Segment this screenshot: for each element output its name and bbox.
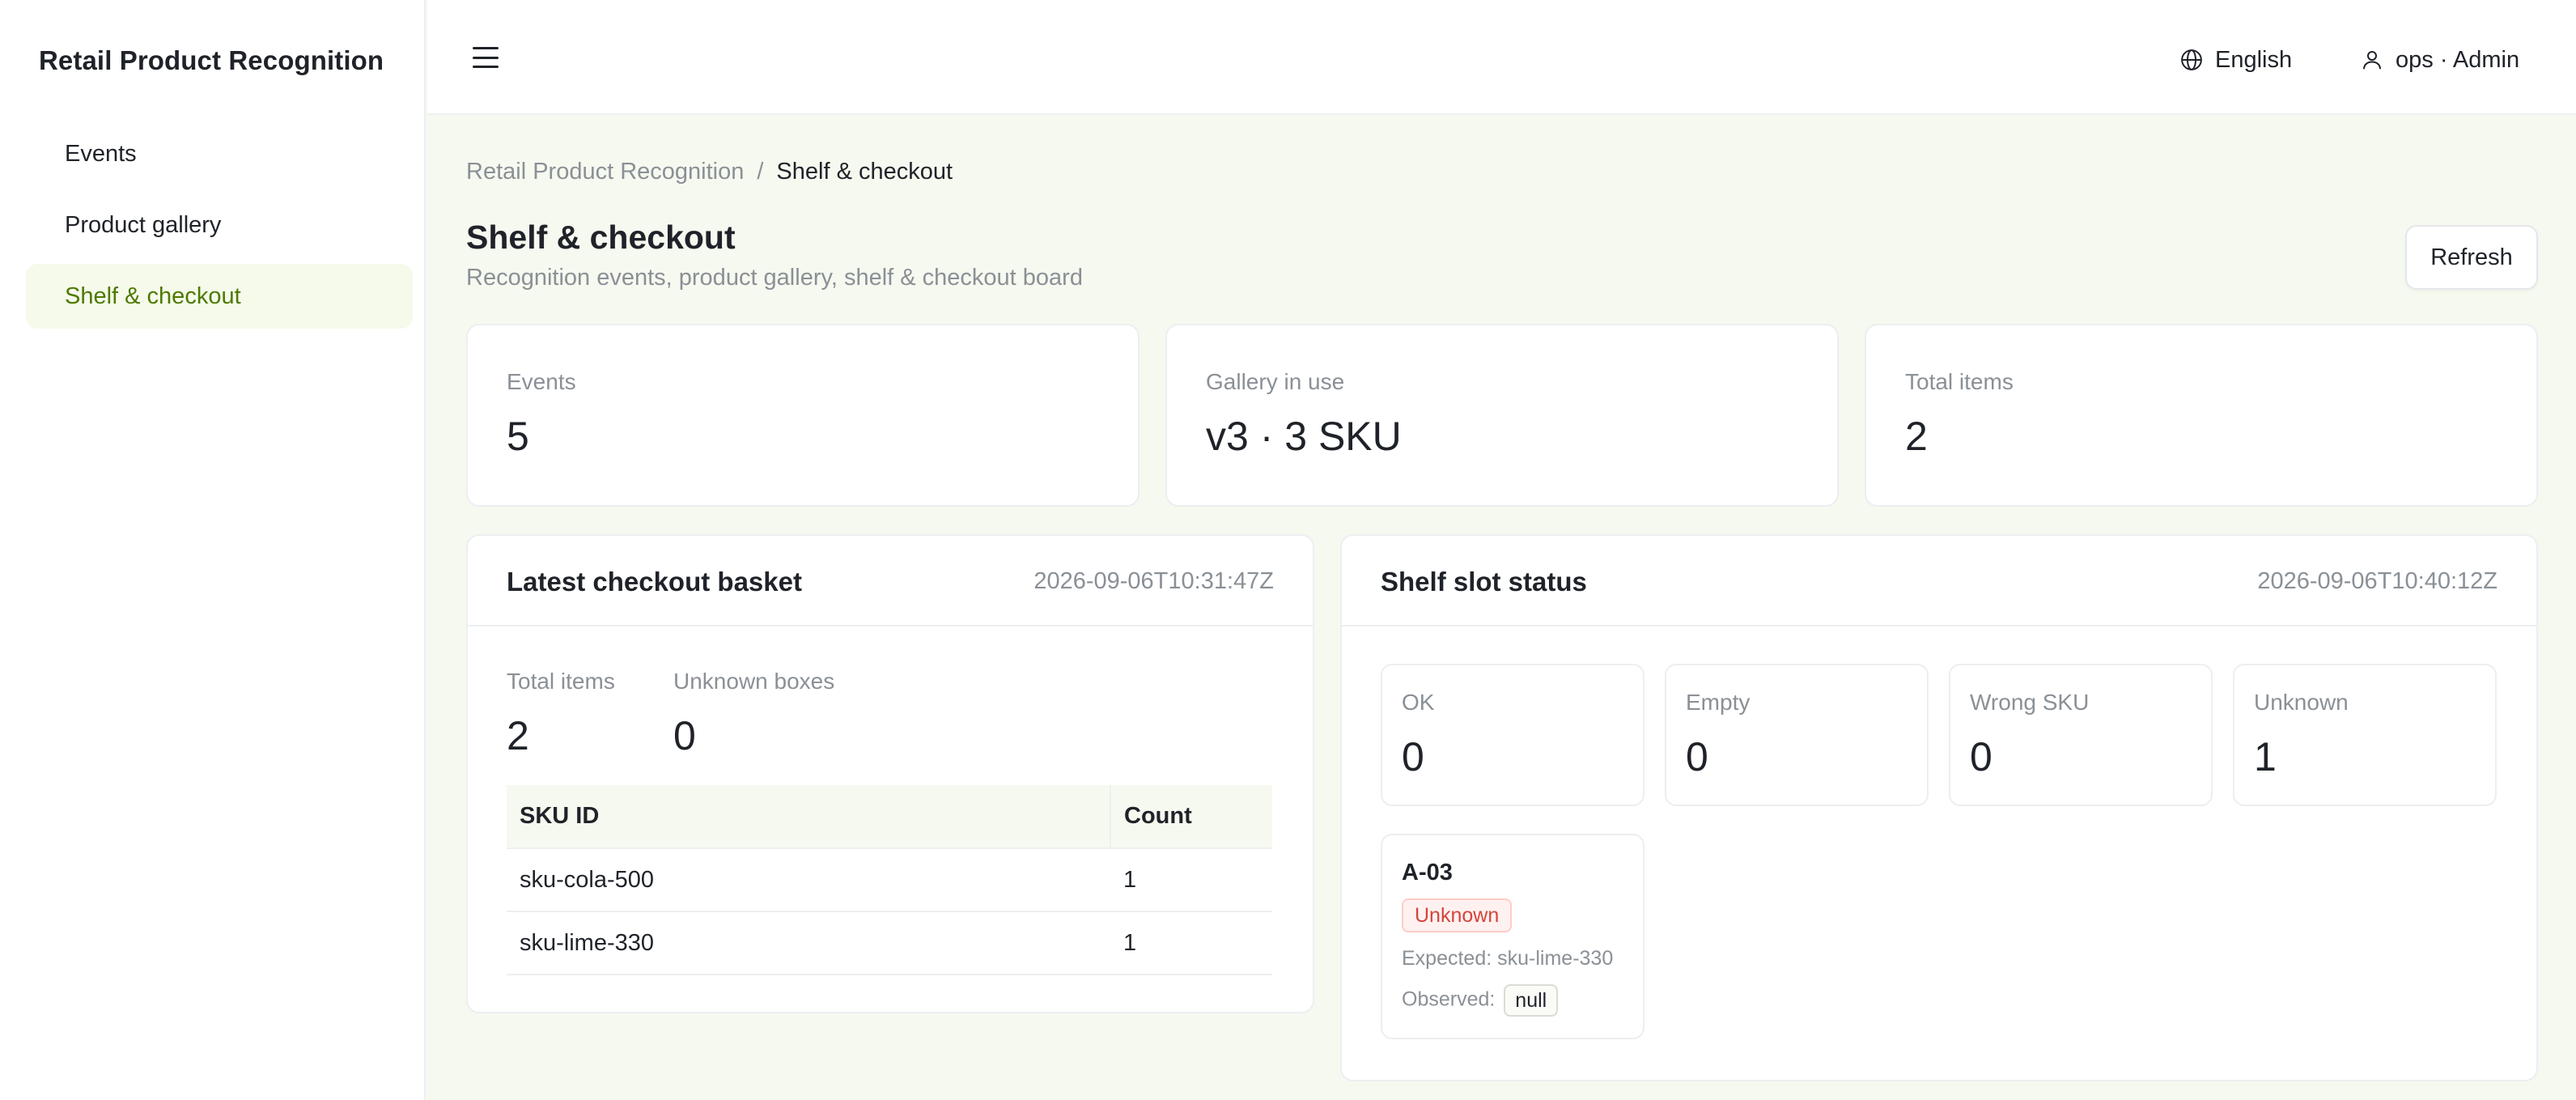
table-row[interactable]: sku-lime-330 1: [507, 911, 1272, 975]
count-cell: 1: [1110, 848, 1272, 912]
expected-value: sku-lime-330: [1497, 947, 1614, 970]
checkout-basket-card: Latest checkout basket 2026-09-06T10:31:…: [466, 534, 1314, 1013]
sidebar-item-events[interactable]: Events: [26, 121, 413, 186]
sku-cell: sku-lime-330: [507, 911, 1110, 975]
checkout-title: Latest checkout basket: [507, 567, 802, 597]
slot-card-a-03[interactable]: A-03 Unknown Expected: sku-lime-330 Obse…: [1381, 834, 1644, 1039]
observed-label: Observed:: [1402, 987, 1496, 1011]
stat-label: Events: [507, 369, 576, 394]
observed-line: Observed: null: [1402, 984, 1559, 1017]
stat-value: 2: [1905, 414, 1928, 459]
slot-count-wrong-sku: Wrong SKU 0: [1949, 664, 2213, 806]
top-header: English ops · Admin: [427, 0, 2576, 115]
column-header-count[interactable]: Count: [1110, 785, 1272, 849]
stat-card-events: Events 5: [466, 324, 1139, 507]
app-title: Retail Product Recognition: [39, 45, 384, 75]
sidebar-nav: Events Product gallery Shelf & checkout: [26, 121, 413, 335]
sidebar-item-label: Shelf & checkout: [65, 282, 241, 309]
sidebar-item-label: Product gallery: [65, 211, 222, 238]
shelf-slot-status-card: Shelf slot status 2026-09-06T10:40:12Z O…: [1340, 534, 2538, 1081]
page-subtitle: Recognition events, product gallery, she…: [466, 265, 1083, 291]
total-items-label: Total items: [507, 669, 615, 694]
sku-cell: sku-cola-500: [507, 848, 1110, 912]
stat-label: Gallery in use: [1206, 369, 1345, 394]
sidebar-item-label: Events: [65, 140, 137, 167]
slot-count-label: OK: [1402, 690, 1435, 715]
slot-count-empty: Empty 0: [1665, 664, 1929, 806]
stat-label: Total items: [1905, 369, 2014, 394]
slot-count-value: 0: [1686, 734, 1708, 779]
shelf-timestamp: 2026-09-06T10:40:12Z: [2257, 568, 2497, 594]
column-header-sku-id[interactable]: SKU ID: [507, 785, 1110, 849]
card-header: Shelf slot status 2026-09-06T10:40:12Z: [1342, 536, 2536, 626]
slot-count-ok: OK 0: [1381, 664, 1644, 806]
page-title: Shelf & checkout: [466, 219, 736, 256]
slot-count-value: 1: [2254, 734, 2277, 779]
slot-count-value: 0: [1970, 734, 1992, 779]
breadcrumb-root[interactable]: Retail Product Recognition: [466, 159, 744, 185]
user-icon: [2363, 51, 2381, 70]
sidebar-item-shelf-checkout[interactable]: Shelf & checkout: [26, 264, 413, 329]
language-switcher[interactable]: English: [2179, 44, 2292, 76]
slot-count-label: Unknown: [2254, 690, 2349, 715]
expected-line: Expected: sku-lime-330: [1402, 947, 1613, 970]
language-label: English: [2215, 46, 2293, 73]
total-items-value: 2: [507, 713, 529, 758]
user-menu[interactable]: ops · Admin: [2360, 44, 2519, 76]
sku-table: SKU ID Count sku-cola-500 1 sku-lime-330…: [507, 785, 1272, 975]
breadcrumb-separator: /: [757, 159, 764, 185]
breadcrumb-current: Shelf & checkout: [776, 159, 953, 185]
card-header: Latest checkout basket 2026-09-06T10:31:…: [468, 536, 1313, 626]
checkout-timestamp: 2026-09-06T10:31:47Z: [1033, 568, 1274, 594]
count-cell: 1: [1110, 911, 1272, 975]
stat-card-total-items: Total items 2: [1865, 324, 2538, 507]
stat-value: v3 · 3 SKU: [1206, 414, 1402, 459]
unknown-boxes-label: Unknown boxes: [673, 669, 835, 694]
table-row[interactable]: sku-cola-500 1: [507, 848, 1272, 912]
globe-icon: [2181, 49, 2202, 70]
user-label: ops · Admin: [2396, 46, 2520, 73]
expected-label: Expected:: [1402, 947, 1492, 970]
shelf-title: Shelf slot status: [1381, 567, 1587, 597]
refresh-button[interactable]: Refresh: [2405, 225, 2538, 290]
slot-count-label: Wrong SKU: [1970, 690, 2090, 715]
hamburger-icon[interactable]: [473, 47, 499, 68]
sidebar: Retail Product Recognition Events Produc…: [0, 0, 426, 1100]
sidebar-item-product-gallery[interactable]: Product gallery: [26, 193, 413, 257]
table-header-row: SKU ID Count: [507, 785, 1272, 849]
slot-id: A-03: [1402, 860, 1453, 886]
slot-count-value: 0: [1402, 734, 1424, 779]
slot-count-unknown: Unknown 1: [2233, 664, 2497, 806]
slot-count-label: Empty: [1686, 690, 1751, 715]
unknown-boxes-value: 0: [673, 713, 696, 758]
stat-value: 5: [507, 414, 529, 459]
observed-value-tag: null: [1504, 984, 1559, 1017]
status-badge: Unknown: [1402, 898, 1513, 932]
stat-card-gallery: Gallery in use v3 · 3 SKU: [1165, 324, 1839, 507]
breadcrumb: Retail Product Recognition / Shelf & che…: [466, 159, 953, 185]
